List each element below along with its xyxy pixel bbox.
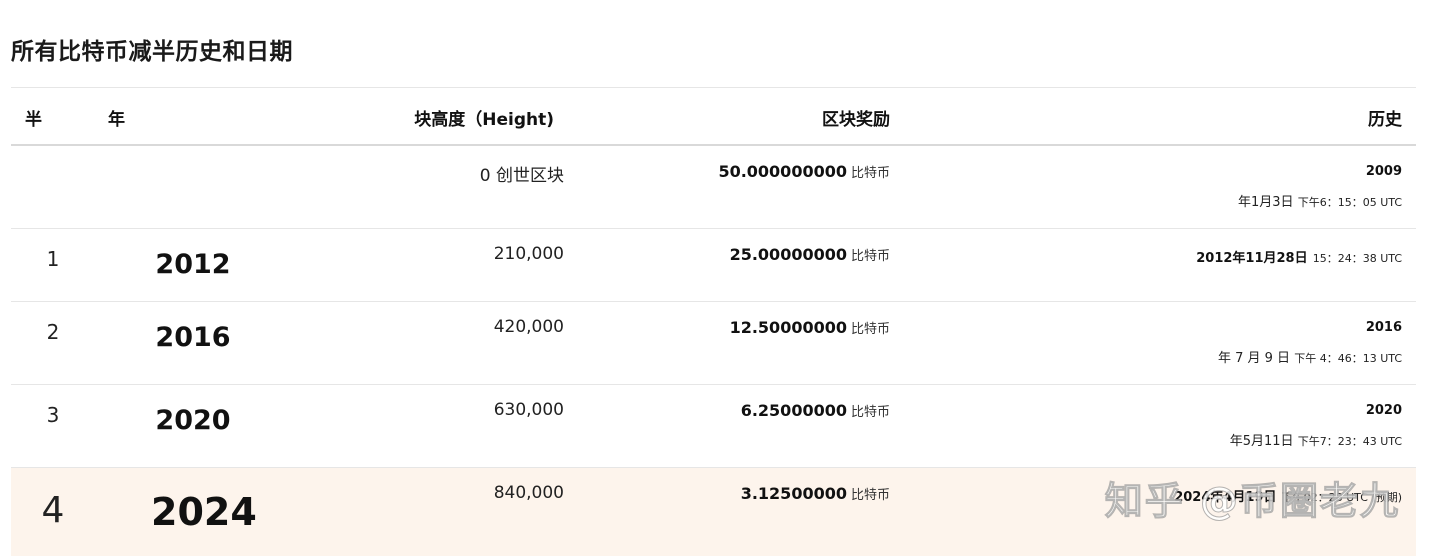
history-date: 2020 年5月11日 下午7：23：43 UTC [1230, 403, 1402, 449]
history-detail: 年5月11日 下午7：23：43 UTC [1230, 430, 1402, 449]
block-reward: 50.000000000 比特币 [718, 162, 890, 181]
history-date: 2009 年1月3日 下午6：15：05 UTC [1238, 164, 1402, 210]
table-row: 2 2016 420,000 12.50000000 比特币 2016 年 7 月… [11, 302, 1416, 385]
history-year: 2016 [1365, 320, 1402, 335]
history-time: 下午 4：46：13 UTC [1294, 352, 1402, 365]
column-header-year[interactable]: 年 [108, 105, 125, 130]
history-date: 2012年11月28日 15：24：38 UTC [1196, 247, 1402, 266]
block-reward: 25.00000000 比特币 [730, 245, 890, 264]
column-header-reward[interactable]: 区块奖励 [822, 105, 890, 130]
column-header-height[interactable]: 块高度（Height) [414, 105, 554, 130]
column-header-half[interactable]: 半 [25, 105, 42, 130]
column-header-history[interactable]: 历史 [1368, 105, 1402, 130]
year-value: 2012 [155, 249, 231, 280]
block-height: 840,000 [493, 483, 564, 503]
history-time: 下午02：28 UTC (预期) [1281, 491, 1402, 504]
block-height: 630,000 [493, 400, 564, 420]
reward-value: 25.00000000 [729, 245, 847, 264]
block-reward: 12.50000000 比特币 [730, 318, 890, 337]
reward-unit: 比特币 [850, 322, 890, 337]
table-row-highlighted: 4 2024 840,000 3.12500000 比特币 2024年4月19日 … [11, 468, 1416, 556]
half-number: 4 [41, 490, 65, 531]
history-detail: 年 7 月 9 日 下午 4：46：13 UTC [1218, 347, 1402, 366]
year-value: 2016 [155, 322, 231, 353]
table-header-row: 半 年 块高度（Height) 区块奖励 历史 [11, 88, 1416, 146]
block-height: 0 创世区块 [479, 166, 564, 186]
half-number: 2 [46, 320, 60, 344]
reward-unit: 比特币 [850, 166, 890, 181]
history-time: 下午6：15：05 UTC [1297, 196, 1402, 209]
year-value: 2024 [151, 490, 257, 534]
reward-unit: 比特币 [850, 488, 890, 503]
table-row: 1 2012 210,000 25.00000000 比特币 2012年11月28… [11, 229, 1416, 302]
block-height: 210,000 [493, 244, 564, 264]
history-year: 2020 [1365, 403, 1402, 418]
history-time: 下午7：23：43 UTC [1297, 435, 1402, 448]
reward-unit: 比特币 [850, 405, 890, 420]
reward-value: 6.25000000 [740, 401, 847, 420]
history-date-text: 年 7 月 9 日 [1217, 351, 1291, 366]
history-date: 2016 年 7 月 9 日 下午 4：46：13 UTC [1218, 320, 1402, 366]
history-time: 15：24：38 UTC [1312, 252, 1402, 265]
reward-value: 3.12500000 [740, 484, 847, 503]
history-year: 2009 [1365, 164, 1402, 179]
history-date-text: 年5月11日 [1229, 434, 1294, 449]
half-number: 3 [46, 403, 60, 427]
history-date-text: 2012年11月28日 [1196, 251, 1308, 266]
history-date: 2024年4月19日 下午02：28 UTC (预期) [1174, 486, 1402, 505]
half-number: 1 [46, 247, 60, 271]
block-reward: 3.12500000 比特币 [741, 484, 890, 503]
reward-unit: 比特币 [850, 249, 890, 264]
history-detail: 年1月3日 下午6：15：05 UTC [1238, 191, 1402, 210]
halving-table: 半 年 块高度（Height) 区块奖励 历史 0 创世区块 50.000000… [11, 87, 1416, 556]
block-reward: 6.25000000 比特币 [741, 401, 890, 420]
year-value: 2020 [155, 405, 231, 436]
block-height: 420,000 [493, 317, 564, 337]
table-row: 0 创世区块 50.000000000 比特币 2009 年1月3日 下午6：15… [11, 146, 1416, 229]
reward-value: 12.50000000 [729, 318, 847, 337]
reward-value: 50.000000000 [718, 162, 847, 181]
page-title: 所有比特币减半历史和日期 [11, 39, 293, 65]
history-date-text: 年1月3日 [1238, 195, 1294, 210]
history-date-text: 2024年4月19日 [1174, 490, 1277, 505]
table-row: 3 2020 630,000 6.25000000 比特币 2020 年5月11日… [11, 385, 1416, 468]
